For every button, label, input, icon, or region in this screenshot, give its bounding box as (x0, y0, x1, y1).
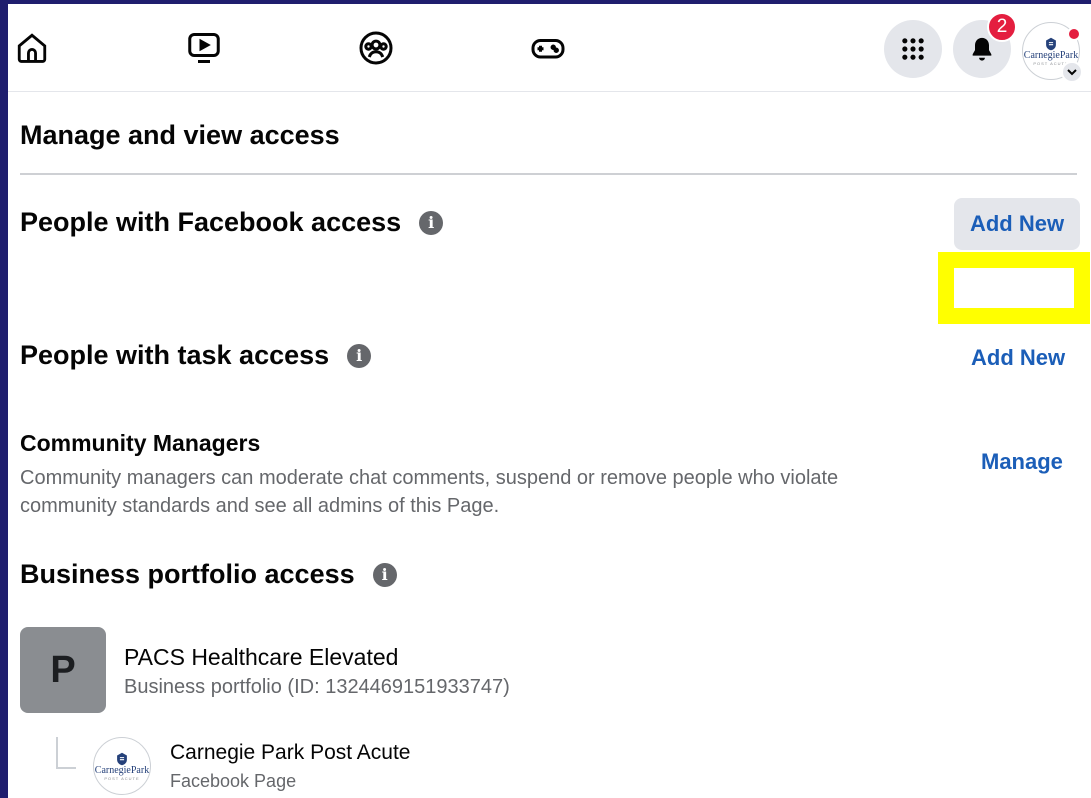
community-managers-title: Community Managers (20, 430, 261, 456)
account-alert-dot (1067, 27, 1081, 41)
video-icon[interactable] (186, 30, 222, 66)
page-logo-sub: POST ACUTE (104, 775, 140, 781)
info-icon[interactable]: i (372, 562, 397, 587)
grid-icon (902, 38, 924, 60)
notification-count-badge: 2 (987, 12, 1017, 42)
chevron-down-icon[interactable] (1061, 61, 1083, 83)
page-frame: 2 CarnegiePark POST ACUTE Manage and vie… (8, 4, 1091, 798)
top-navigation-bar: 2 CarnegiePark POST ACUTE (8, 4, 1091, 92)
manage-community-managers-link[interactable]: Manage (981, 449, 1063, 475)
bell-icon (972, 37, 992, 61)
portfolio-avatar[interactable]: P (20, 627, 106, 713)
tree-connector (56, 737, 76, 769)
facebook-access-section-title: People with Facebook access i (20, 207, 444, 238)
info-icon[interactable]: i (347, 343, 372, 368)
page-name[interactable]: Carnegie Park Post Acute (170, 741, 410, 765)
groups-icon[interactable] (358, 30, 394, 66)
community-managers-description: Community managers can moderate chat com… (20, 467, 839, 517)
portfolio-subtitle: Business portfolio (ID: 1324469151933747… (124, 676, 510, 698)
add-task-access-link[interactable]: Add New (971, 345, 1065, 371)
menu-grid-button[interactable] (884, 20, 942, 78)
portfolio-name[interactable]: PACS Healthcare Elevated (124, 644, 398, 671)
carnegie-logo-icon (117, 752, 127, 765)
account-avatar[interactable]: CarnegiePark POST ACUTE (1022, 22, 1083, 83)
page-title: Manage and view access (20, 120, 340, 150)
page-avatar[interactable]: CarnegiePark POST ACUTE (93, 737, 151, 795)
home-icon[interactable] (14, 30, 50, 66)
gamepad-icon[interactable] (530, 30, 566, 66)
page-type: Facebook Page (170, 771, 297, 791)
notifications-button[interactable]: 2 (953, 12, 1017, 78)
task-access-section-title: People with task access i (20, 340, 372, 371)
account-logo-text: CarnegiePark (1023, 49, 1079, 61)
page-logo-text: CarnegiePark (94, 764, 150, 776)
divider (20, 173, 1077, 175)
highlight-box (938, 252, 1090, 324)
carnegie-logo-icon (1046, 37, 1056, 50)
business-portfolio-title: Business portfolio access (20, 559, 355, 589)
facebook-access-title: People with Facebook access (20, 207, 402, 237)
add-facebook-access-button[interactable]: Add New (954, 198, 1080, 250)
task-access-title: People with task access (20, 340, 330, 370)
info-icon[interactable]: i (419, 210, 444, 235)
business-portfolio-section-title: Business portfolio access i (20, 559, 397, 590)
